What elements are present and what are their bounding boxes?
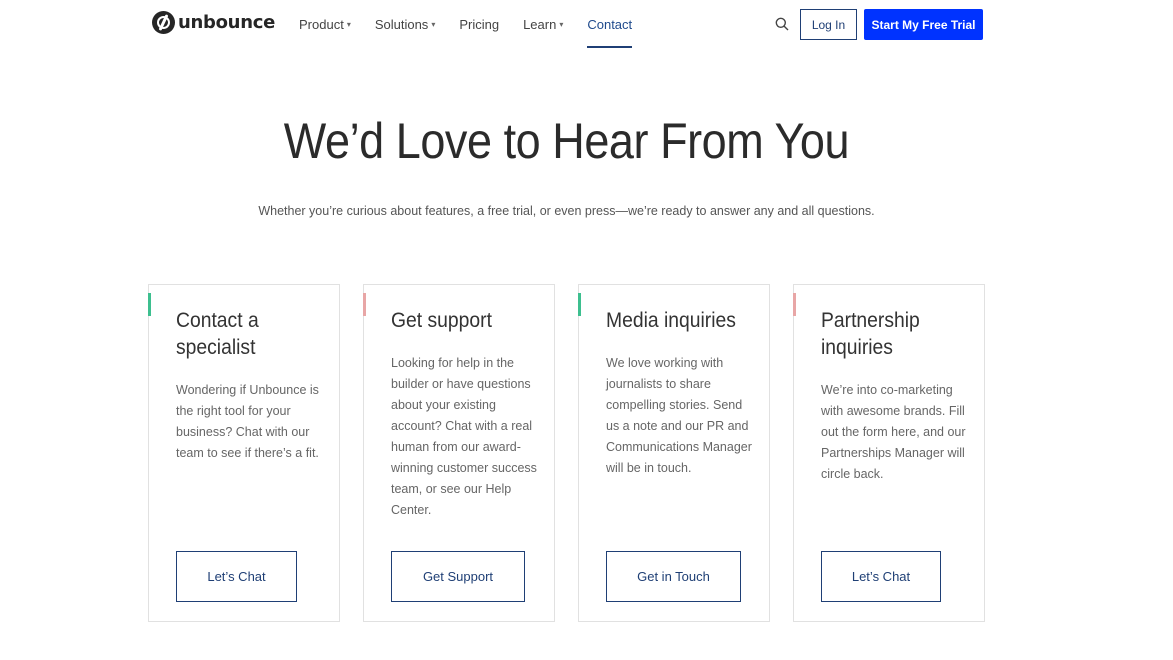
- unbounce-logo[interactable]: unbounce: [152, 11, 275, 34]
- accent-bar: [578, 293, 581, 316]
- search-icon[interactable]: [775, 17, 789, 31]
- accent-bar: [363, 293, 366, 316]
- logo-text: unbounce: [178, 12, 275, 33]
- card-title: Get support: [391, 309, 492, 332]
- nav-item-product[interactable]: Product ▾: [299, 15, 351, 33]
- start-free-trial-button[interactable]: Start My Free Trial: [864, 9, 983, 40]
- logo-icon: [152, 11, 175, 34]
- card-contact-specialist: Contact a specialist Wondering if Unboun…: [148, 284, 340, 622]
- nav-item-pricing[interactable]: Pricing: [459, 15, 499, 33]
- nav-label: Contact: [587, 16, 633, 32]
- nav-label: Learn: [523, 16, 557, 32]
- card-body: Looking for help in the builder or have …: [391, 356, 537, 517]
- card-body: Wondering if Unbounce is the right tool …: [176, 383, 319, 460]
- accent-bar: [793, 293, 796, 316]
- card-media-inquiries: Media inquiries We love working with jou…: [578, 284, 770, 622]
- nav-item-contact[interactable]: Contact: [587, 15, 633, 48]
- nav-label: Pricing: [459, 16, 500, 32]
- chevron-down-icon: ▾: [431, 19, 436, 29]
- get-in-touch-button[interactable]: Get in Touch: [606, 551, 741, 602]
- card-body: We’re into co-marketing with awesome bra…: [821, 383, 966, 481]
- nav-label: Solutions: [374, 16, 429, 32]
- card-partnership-inquiries: Partnership inquiries We’re into co-mark…: [793, 284, 985, 622]
- chevron-down-icon: ▾: [346, 19, 351, 29]
- lets-chat-button[interactable]: Let’s Chat: [176, 551, 297, 602]
- main-menu: Product ▾ Solutions ▾ Pricing Learn ▾ Co…: [299, 15, 656, 48]
- nav-label: Product: [299, 16, 344, 32]
- log-in-button[interactable]: Log In: [800, 9, 857, 40]
- top-navigation: unbounce Product ▾ Solutions ▾ Pricing L…: [0, 0, 1173, 50]
- lets-chat-button[interactable]: Let’s Chat: [821, 551, 941, 602]
- accent-bar: [148, 293, 151, 316]
- nav-item-solutions[interactable]: Solutions ▾: [375, 15, 436, 33]
- get-support-button[interactable]: Get Support: [391, 551, 525, 602]
- page-title: We’d Love to Hear From You: [283, 113, 850, 169]
- chevron-down-icon: ▾: [559, 19, 564, 29]
- card-get-support: Get support Looking for help in the buil…: [363, 284, 555, 622]
- nav-item-learn[interactable]: Learn ▾: [523, 15, 563, 33]
- card-body: We love working with journalists to shar…: [606, 356, 752, 475]
- card-title: Contact a specialist: [176, 309, 259, 359]
- page-subtitle: Whether you’re curious about features, a…: [258, 204, 875, 218]
- card-title: Media inquiries: [606, 309, 736, 332]
- card-title: Partnership inquiries: [821, 309, 920, 359]
